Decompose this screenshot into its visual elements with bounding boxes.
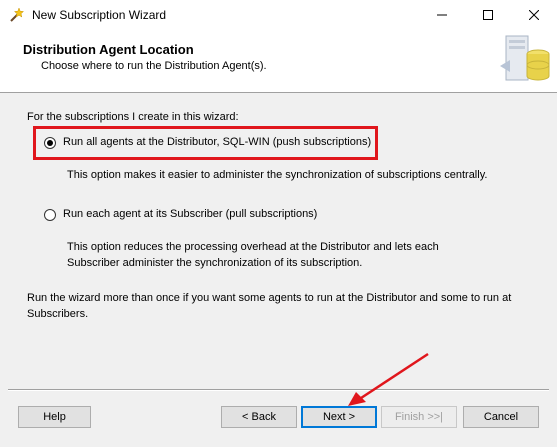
cancel-button[interactable]: Cancel (463, 406, 539, 428)
push-subscriptions-description: This option makes it easier to administe… (67, 169, 488, 181)
minimize-icon (437, 14, 447, 16)
page-subtitle: Choose where to run the Distribution Age… (41, 60, 267, 72)
close-button[interactable] (511, 0, 557, 30)
note-text-line2: Subscribers. (27, 308, 89, 320)
pull-subscriptions-label[interactable]: Run each agent at its Subscriber (pull s… (63, 208, 317, 220)
maximize-icon (483, 10, 493, 20)
push-subscriptions-radio[interactable] (44, 137, 56, 149)
pull-subscriptions-description-line2: Subscriber administer the synchronizatio… (67, 257, 363, 269)
wizard-wand-icon (10, 7, 24, 22)
push-subscriptions-label[interactable]: Run all agents at the Distributor, SQL-W… (63, 136, 371, 148)
intro-text: For the subscriptions I create in this w… (27, 111, 239, 123)
close-icon (529, 10, 539, 20)
annotation-arrow-icon (348, 352, 429, 406)
database-server-icon (500, 35, 550, 81)
window-title: New Subscription Wizard (32, 8, 167, 22)
maximize-button[interactable] (465, 0, 511, 30)
page-title: Distribution Agent Location (23, 42, 194, 57)
back-button[interactable]: < Back (221, 406, 297, 428)
pull-subscriptions-radio[interactable] (44, 209, 56, 221)
wizard-header: Distribution Agent Location Choose where… (0, 30, 557, 93)
pull-subscriptions-description-line1: This option reduces the processing overh… (67, 241, 439, 253)
help-button[interactable]: Help (18, 406, 91, 428)
title-bar: New Subscription Wizard (0, 0, 557, 30)
note-text-line1: Run the wizard more than once if you wan… (27, 292, 512, 304)
footer-separator (8, 389, 549, 391)
minimize-button[interactable] (419, 0, 465, 30)
